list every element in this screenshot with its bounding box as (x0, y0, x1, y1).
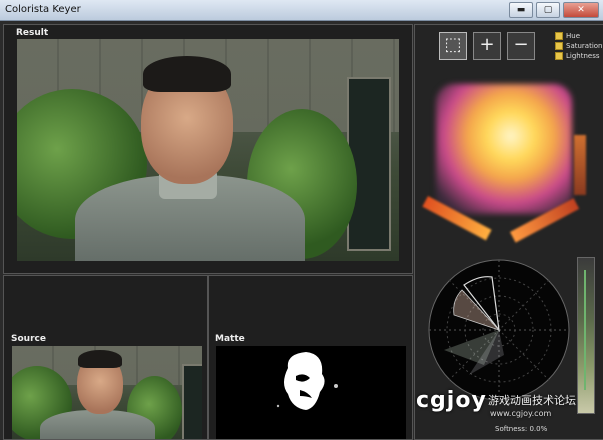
hue-checkbox[interactable] (555, 32, 563, 40)
select-tool-button[interactable]: ⬚ (439, 32, 467, 60)
close-button[interactable]: ✕ (563, 2, 599, 18)
result-video[interactable] (17, 39, 399, 261)
saturation-label: Saturation (566, 42, 603, 50)
person-jacket (40, 410, 155, 439)
luma-meter-indicator (584, 270, 586, 390)
window-controls: ▬ ▢ ✕ (509, 2, 599, 18)
add-tool-button[interactable]: + (473, 32, 501, 60)
legend-hue[interactable]: Hue (555, 32, 580, 40)
title-bar: Colorista Keyer ▬ ▢ ✕ (0, 0, 603, 21)
color-wheel[interactable] (424, 255, 574, 405)
source-label: Source (11, 334, 46, 344)
legend-saturation[interactable]: Saturation (555, 42, 603, 50)
softness-readout: Softness: 0.0% (495, 425, 547, 433)
maximize-button[interactable]: ▢ (536, 2, 560, 18)
lightness-label: Lightness (566, 52, 600, 60)
person-hair (143, 56, 231, 92)
minimize-button[interactable]: ▬ (509, 2, 533, 18)
lightness-checkbox[interactable] (555, 52, 563, 60)
watermark-url: www.cgjoy.com (490, 409, 552, 418)
source-video[interactable] (12, 346, 202, 439)
color-cube-3d[interactable] (436, 84, 572, 214)
result-label: Result (16, 28, 49, 38)
building-window (182, 364, 202, 439)
watermark-logo: cgjoy (416, 388, 487, 413)
subtract-tool-button[interactable]: − (507, 32, 535, 60)
watermark-tagline: 游戏动画技术论坛 (488, 394, 576, 407)
source-panel: Source (3, 275, 208, 440)
matte-silhouette (276, 352, 338, 410)
saturation-checkbox[interactable] (555, 42, 563, 50)
softness-value: 0.0% (529, 425, 548, 433)
person-hair (78, 350, 122, 368)
matte-view[interactable] (216, 346, 406, 439)
window-title: Colorista Keyer (5, 4, 81, 15)
lightness-range-bar (574, 135, 586, 195)
matte-label: Matte (215, 334, 245, 344)
hue-label: Hue (566, 32, 581, 40)
softness-label: Softness: (495, 425, 528, 433)
legend-lightness[interactable]: Lightness (555, 52, 600, 60)
result-panel: Result (3, 24, 413, 274)
matte-panel: Matte (208, 275, 413, 440)
luma-meter[interactable] (577, 257, 595, 414)
